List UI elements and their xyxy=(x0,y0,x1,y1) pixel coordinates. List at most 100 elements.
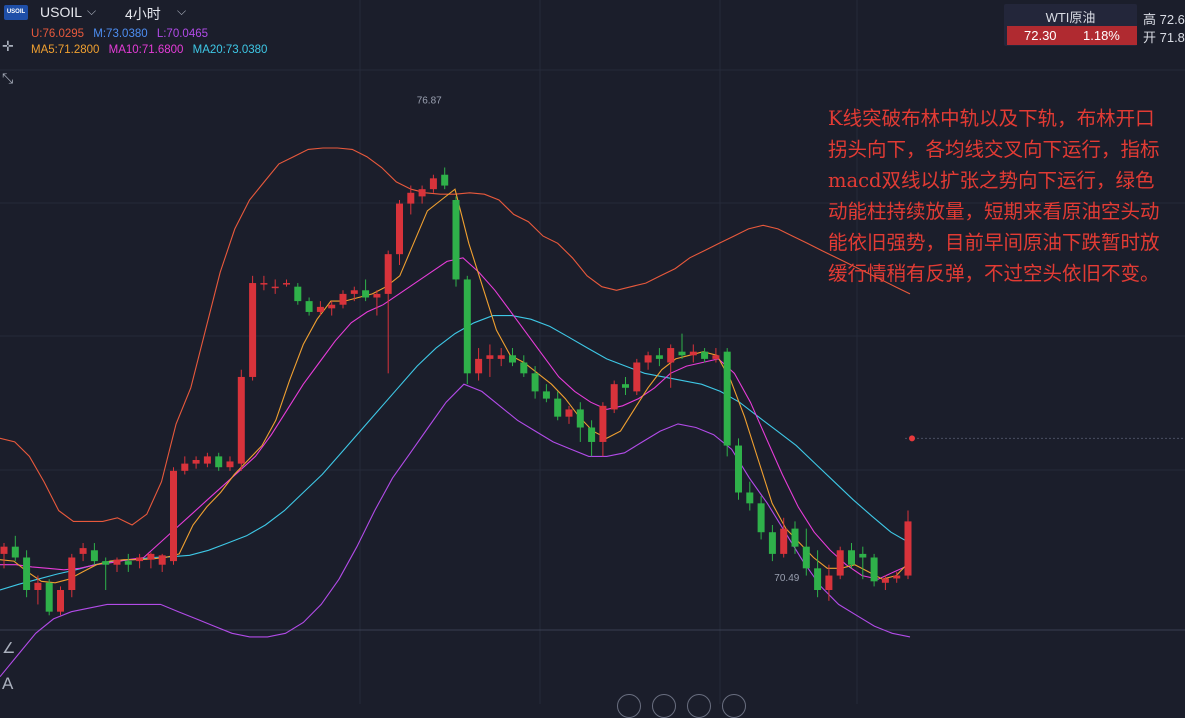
candle-body xyxy=(836,550,844,576)
candle-body xyxy=(825,575,833,590)
candle-body xyxy=(644,355,652,363)
candle-body xyxy=(689,351,697,356)
candle-body xyxy=(667,348,675,363)
ma5-value: MA5:71.2800 xyxy=(31,44,100,56)
candle-body xyxy=(339,293,347,305)
zoom-in-button[interactable] xyxy=(652,694,676,718)
candle-body xyxy=(723,351,731,446)
candle-body xyxy=(520,362,528,374)
candle-body xyxy=(633,362,641,392)
candle-body xyxy=(226,461,234,468)
candle-body xyxy=(429,178,437,190)
candle-body xyxy=(588,427,596,442)
ticker-panel[interactable]: WTI原油 72.30 1.18% xyxy=(1004,4,1137,46)
candle-body xyxy=(170,470,177,562)
text-tool-icon[interactable]: A xyxy=(2,674,13,694)
draw-line-icon[interactable]: ∠ xyxy=(2,639,15,657)
ticker-change: 1.18% xyxy=(1083,28,1120,43)
candle-body xyxy=(791,528,799,547)
candle-body xyxy=(802,546,810,569)
candle-body xyxy=(497,355,505,359)
candle-body xyxy=(192,460,200,464)
candle-body xyxy=(881,578,889,583)
candle-body xyxy=(509,355,516,363)
analysis-annotation: K线突破布林中轨以及下轨，布林开口拐头向下，各均线交叉向下运行，指标macd双线… xyxy=(828,107,1160,285)
boll-middle-value: M:73.0380 xyxy=(93,28,148,40)
candle-body xyxy=(57,590,64,612)
candle-body xyxy=(452,200,460,280)
candle-body xyxy=(542,391,550,399)
high-price-marker: 76.87 xyxy=(417,95,442,106)
candle-body xyxy=(712,355,720,359)
candle-body xyxy=(418,189,426,197)
candle-body xyxy=(136,557,144,562)
ticker-price: 72.30 xyxy=(1024,28,1057,43)
candle-body xyxy=(893,575,901,579)
candle-body xyxy=(181,463,189,471)
candle-body xyxy=(599,405,607,442)
candle-body xyxy=(463,279,471,374)
candle-body xyxy=(68,557,76,590)
ma10-value: MA10:71.6800 xyxy=(108,44,184,56)
candle-body xyxy=(768,532,776,554)
ticker-name: WTI原油 xyxy=(1045,10,1096,25)
candle-body xyxy=(350,290,358,294)
ma-legend: MA5:71.2800 MA10:71.6800 MA20:73.0380 xyxy=(31,44,273,56)
candle-body xyxy=(735,445,742,493)
crosshair-icon[interactable]: ✛ xyxy=(2,38,14,55)
candle-body xyxy=(486,355,494,359)
candle-body xyxy=(203,456,211,464)
candle-body xyxy=(407,192,415,204)
candle-body xyxy=(610,384,618,410)
candle-body xyxy=(396,203,403,255)
candle-body xyxy=(45,582,53,612)
candle-body xyxy=(215,456,223,468)
candle-body xyxy=(362,290,370,298)
candle-body xyxy=(271,286,279,289)
symbol-logo: USOIL xyxy=(4,5,28,20)
candle-body xyxy=(475,358,483,374)
candle-body xyxy=(124,561,132,565)
candle-body xyxy=(565,409,573,417)
chevron-down-icon[interactable]: ⌵ xyxy=(177,4,186,19)
zoom-out-button[interactable] xyxy=(617,694,641,718)
candle-body xyxy=(158,555,166,565)
candle-body xyxy=(554,398,562,417)
candle-body xyxy=(23,557,31,590)
bollinger-legend: U:76.0295 M:73.0380 L:70.0465 xyxy=(31,28,214,40)
candle-body xyxy=(701,351,709,359)
symbol-selector[interactable]: USOIL xyxy=(40,4,82,20)
ticker-price-box: 72.30 1.18% xyxy=(1007,26,1137,45)
candle-body xyxy=(441,174,449,186)
candle-body xyxy=(294,286,302,302)
candle-body xyxy=(260,283,268,285)
candle-body xyxy=(79,548,87,554)
low-price-marker: 70.49 xyxy=(774,573,799,584)
boll-upper-value: U:76.0295 xyxy=(31,28,85,40)
collapse-icon[interactable]: ⤡ xyxy=(2,70,13,87)
high-label: 高 72.6 xyxy=(1143,12,1185,27)
candle-body xyxy=(780,528,788,554)
ma20-value: MA20:73.0380 xyxy=(192,44,268,56)
candle-body xyxy=(870,557,878,582)
period-selector[interactable]: 4小时 xyxy=(125,4,161,24)
candlesticks xyxy=(0,167,912,616)
candle-body xyxy=(848,550,855,565)
candle-body xyxy=(655,355,663,359)
candle-body xyxy=(904,521,912,576)
scroll-left-button[interactable] xyxy=(687,694,711,718)
candle-body xyxy=(746,492,754,504)
candle-body xyxy=(147,553,155,560)
candle-body xyxy=(249,283,257,377)
candle-body xyxy=(90,550,98,562)
candle-body xyxy=(576,409,584,428)
candle-body xyxy=(102,561,110,565)
candle-body xyxy=(373,293,381,298)
ma10-line xyxy=(0,257,911,580)
candle-body xyxy=(622,384,629,388)
scroll-right-button[interactable] xyxy=(722,694,746,718)
candle-body xyxy=(531,373,539,392)
chevron-down-icon[interactable]: ⌵ xyxy=(87,4,96,19)
candle-body xyxy=(305,301,313,312)
open-label: 开 71.8 xyxy=(1143,30,1185,45)
